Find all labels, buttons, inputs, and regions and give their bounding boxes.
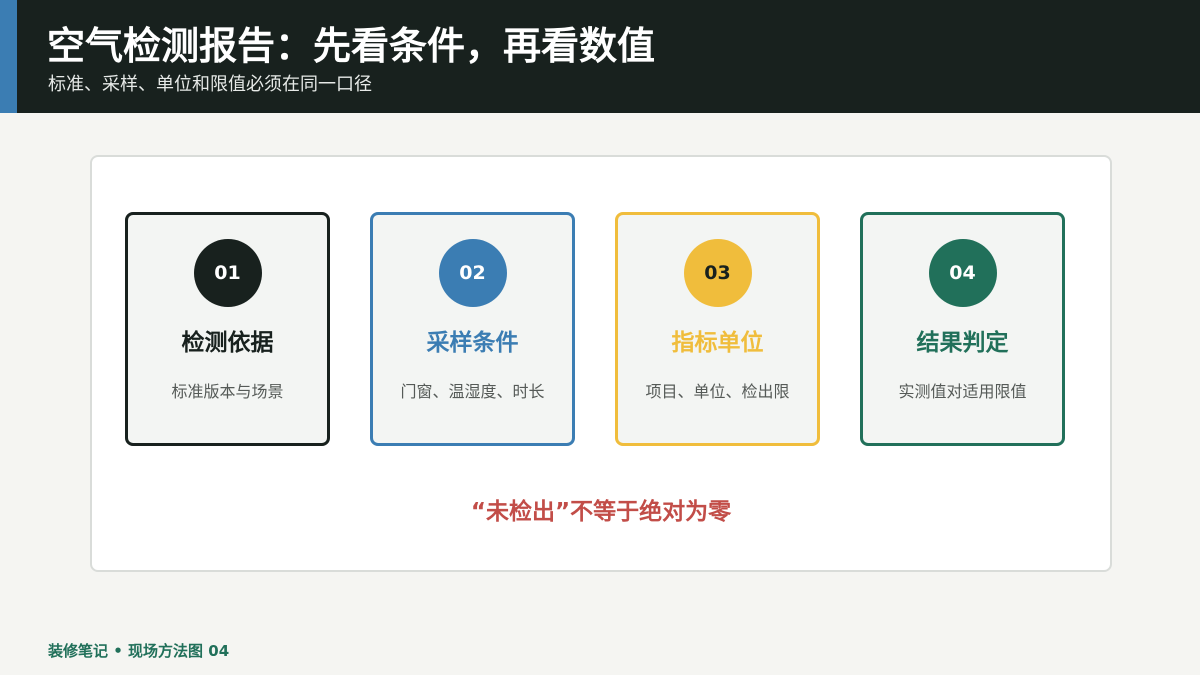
step-number-badge: 01 [193,239,262,307]
page-subtitle: 标准、采样、单位和限值必须在同一口径 [48,74,372,95]
step-title: 采样条件 [426,330,519,356]
content-panel: 01 检测依据 标准版本与场景 02 采样条件 门窗、温湿度、时长 03 指标单… [90,155,1112,572]
step-title: 结果判定 [916,330,1009,356]
step-description: 标准版本与场景 [171,382,284,401]
step-card-basis: 01 检测依据 标准版本与场景 [125,212,330,446]
step-number-badge: 04 [928,239,997,307]
step-number-badge: 02 [438,239,507,307]
step-card-judgement: 04 结果判定 实测值对适用限值 [860,212,1065,446]
step-card-units: 03 指标单位 项目、单位、检出限 [615,212,820,446]
warning-note: “未检出”不等于绝对为零 [470,499,732,525]
step-title: 指标单位 [671,330,764,356]
step-title: 检测依据 [181,330,274,356]
step-description: 实测值对适用限值 [898,382,1027,401]
header-bar: 空气检测报告：先看条件，再看数值 标准、采样、单位和限值必须在同一口径 [0,0,1200,113]
header-accent-stripe [0,0,17,113]
step-number-badge: 03 [683,239,752,307]
page-title: 空气检测报告：先看条件，再看数值 [47,24,656,68]
step-description: 项目、单位、检出限 [645,382,790,401]
footer-caption: 装修笔记 • 现场方法图 04 [48,642,230,660]
step-card-sampling: 02 采样条件 门窗、温湿度、时长 [370,212,575,446]
step-description: 门窗、温湿度、时长 [400,382,545,401]
